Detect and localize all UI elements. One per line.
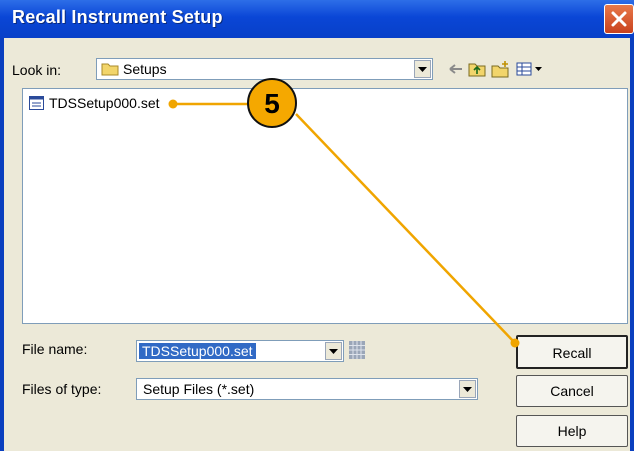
callout-line-to-recall (295, 113, 516, 344)
callout-dot-file (168, 99, 178, 109)
callout-number: 5 (264, 88, 280, 119)
callout-overlay: 5 (168, 78, 520, 348)
callout-dot-recall (510, 338, 520, 348)
